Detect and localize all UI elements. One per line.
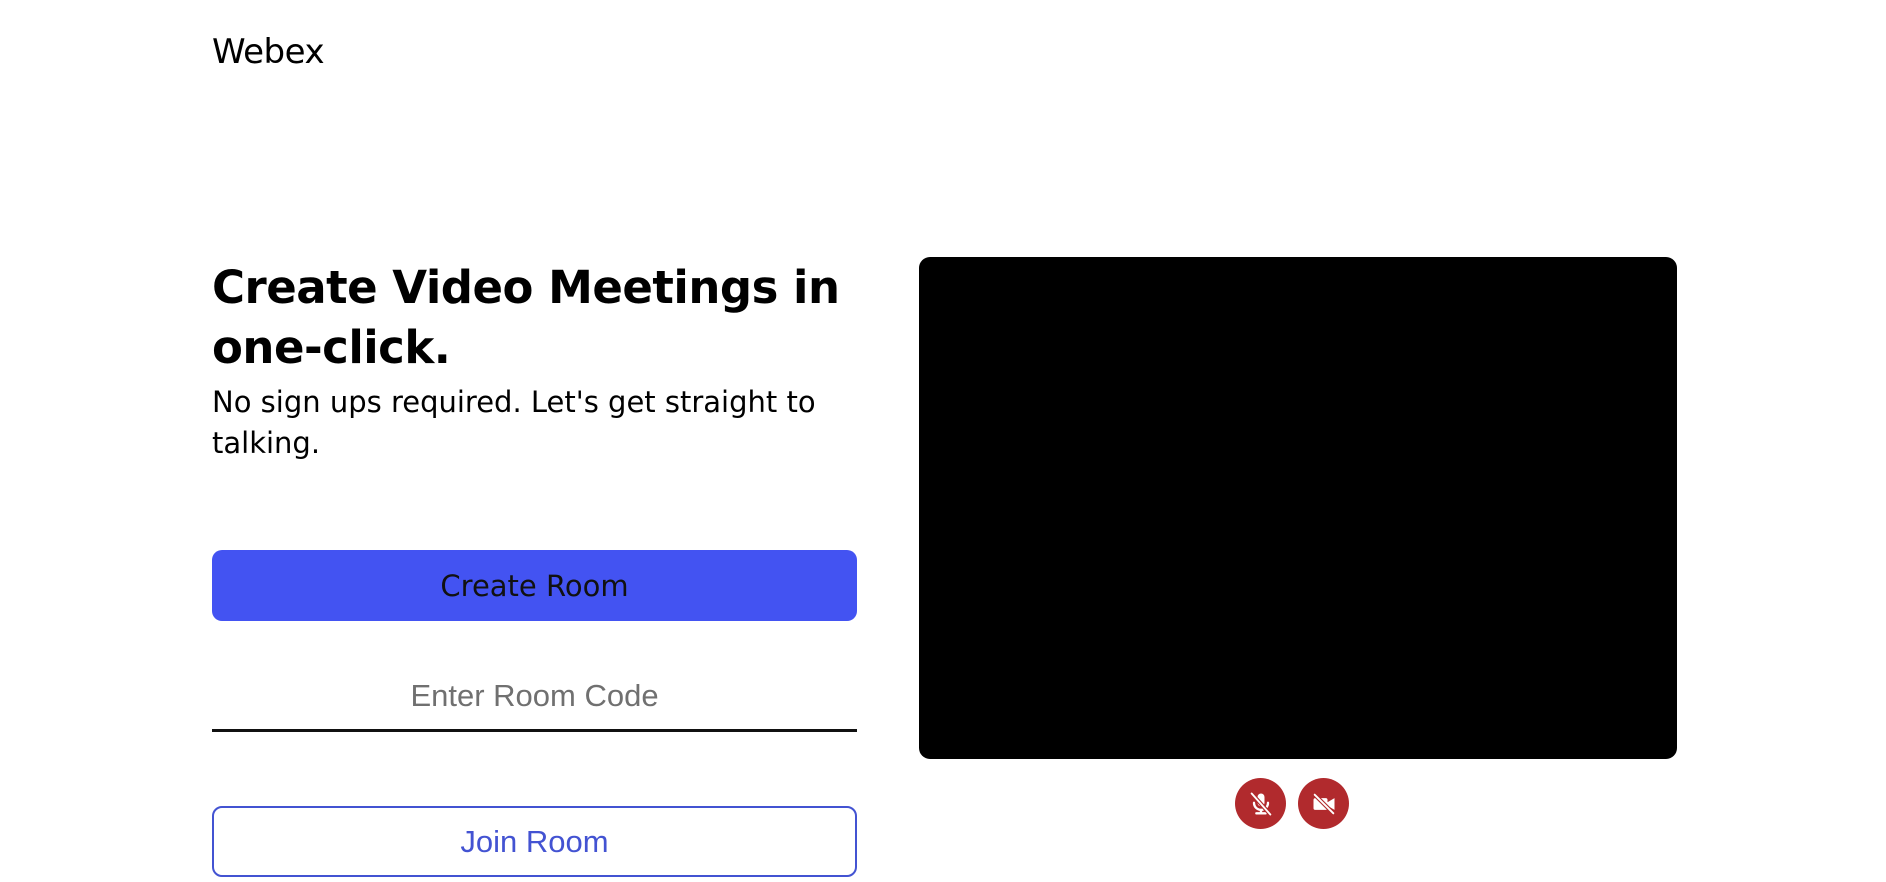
toggle-camera-button[interactable] bbox=[1298, 778, 1349, 829]
create-room-button[interactable]: Create Room bbox=[212, 550, 857, 621]
app-logo: Webex bbox=[212, 32, 325, 72]
page-title: Create Video Meetings in one-click. bbox=[212, 261, 840, 374]
mic-off-icon bbox=[1247, 790, 1275, 818]
page-subtitle: No sign ups required. Let's get straight… bbox=[212, 385, 816, 460]
video-preview bbox=[919, 257, 1677, 759]
room-code-input[interactable] bbox=[212, 662, 857, 732]
camera-off-icon bbox=[1310, 790, 1338, 818]
hero-panel: Create Video Meetings in one-click. No s… bbox=[212, 258, 857, 877]
join-room-button[interactable]: Join Room bbox=[212, 806, 857, 877]
toggle-mic-button[interactable] bbox=[1235, 778, 1286, 829]
landing-page: Webex Create Video Meetings in one-click… bbox=[0, 0, 1886, 882]
media-controls bbox=[1235, 778, 1349, 829]
